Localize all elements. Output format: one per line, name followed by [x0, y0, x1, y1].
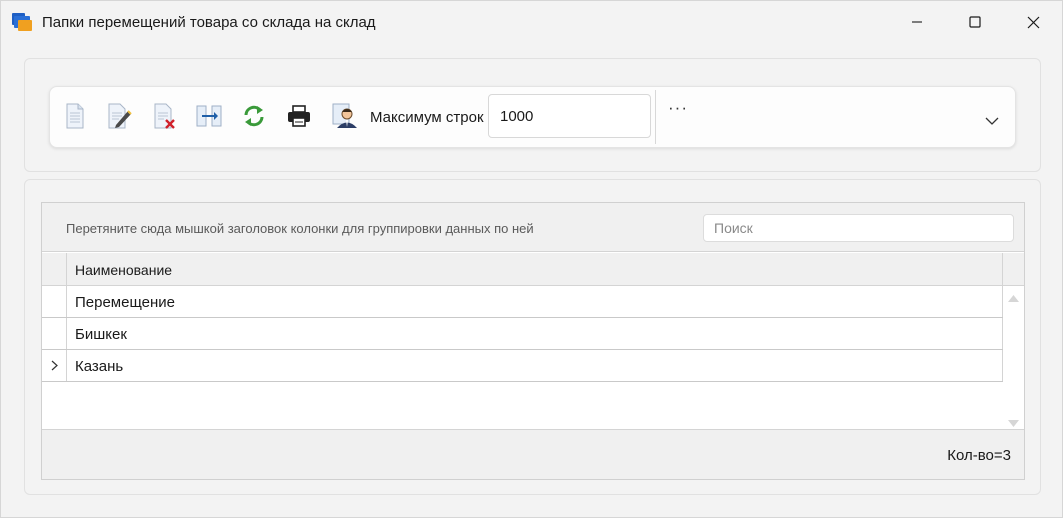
vertical-scrollbar[interactable] — [1003, 286, 1024, 429]
group-panel-hint: Перетяните сюда мышкой заголовок колонки… — [66, 221, 534, 236]
row-indicator-header — [42, 253, 67, 285]
more-button[interactable]: ··· — [666, 99, 690, 125]
close-button[interactable] — [1004, 1, 1062, 43]
row-indicator[interactable] — [42, 350, 67, 381]
user-button[interactable] — [330, 102, 360, 132]
edit-button[interactable] — [104, 102, 134, 132]
new-button[interactable] — [60, 102, 90, 132]
splitter-grip[interactable] — [523, 172, 541, 183]
toolbar: Максимум строк ··· — [49, 86, 1016, 148]
new-document-icon — [64, 103, 86, 132]
toolbar-panel: Максимум строк ··· — [24, 58, 1041, 172]
move-button[interactable] — [194, 102, 224, 132]
delete-document-icon — [152, 103, 178, 132]
table-row[interactable]: Бишкек — [42, 318, 1003, 350]
column-header-row: Наименование — [42, 253, 1024, 286]
folder-icon — [12, 13, 32, 31]
app-window: Папки перемещений товара со склада на ск… — [0, 0, 1063, 518]
print-icon — [287, 104, 311, 131]
column-header-divider — [1002, 253, 1003, 285]
group-panel[interactable]: Перетяните сюда мышкой заголовок колонки… — [42, 203, 1024, 252]
chevron-right-icon — [51, 358, 58, 374]
cell-name: Казань — [75, 358, 124, 375]
maximize-icon — [969, 16, 981, 28]
minimize-icon — [911, 16, 923, 28]
scroll-down-icon[interactable] — [1008, 414, 1019, 430]
expand-toolbar-button[interactable] — [980, 109, 1004, 133]
max-rows-input[interactable] — [488, 94, 651, 138]
scroll-up-icon[interactable] — [1008, 289, 1019, 305]
search-input[interactable] — [703, 214, 1014, 242]
max-rows-label: Максимум строк — [370, 109, 484, 126]
chevron-down-icon — [985, 113, 999, 129]
row-indicator — [42, 318, 67, 349]
data-grid: Перетяните сюда мышкой заголовок колонки… — [41, 202, 1025, 480]
refresh-icon — [242, 104, 266, 131]
close-icon — [1027, 16, 1040, 29]
toolbar-separator — [655, 90, 656, 144]
cell-name: Бишкек — [75, 326, 127, 343]
table-row[interactable]: Перемещение — [42, 286, 1003, 318]
grid-panel: Перетяните сюда мышкой заголовок колонки… — [24, 179, 1041, 495]
cell-name: Перемещение — [75, 294, 175, 311]
row-indicator — [42, 286, 67, 317]
window-title: Папки перемещений товара со склада на ск… — [42, 14, 376, 31]
table-row[interactable]: Казань — [42, 350, 1003, 382]
user-icon — [332, 103, 358, 132]
refresh-button[interactable] — [239, 102, 269, 132]
move-icon — [196, 104, 222, 131]
title-bar[interactable]: Папки перемещений товара со склада на ск… — [1, 1, 1062, 43]
column-header-name[interactable]: Наименование — [75, 262, 172, 278]
row-count: Кол-во=3 — [947, 447, 1011, 464]
minimize-button[interactable] — [888, 1, 946, 43]
grid-rows: Перемещение Бишкек Казань — [42, 286, 1003, 382]
delete-button[interactable] — [150, 102, 180, 132]
print-button[interactable] — [284, 102, 314, 132]
edit-document-icon — [106, 103, 132, 132]
grid-footer: Кол-во=3 — [42, 429, 1024, 479]
maximize-button[interactable] — [946, 1, 1004, 43]
